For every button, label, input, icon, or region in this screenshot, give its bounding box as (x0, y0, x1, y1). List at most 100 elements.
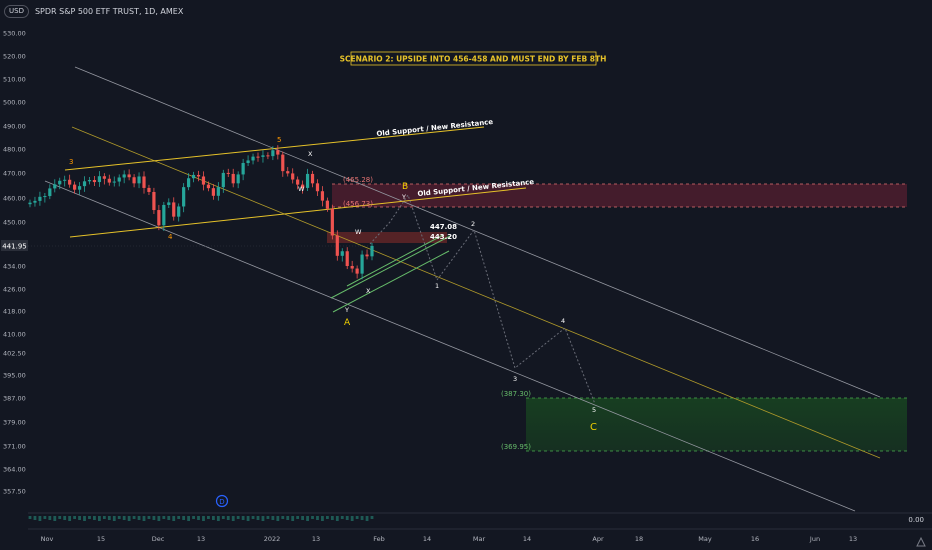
volume-bar (271, 516, 275, 520)
volume-bar (162, 516, 166, 519)
candle-body (330, 208, 334, 236)
candle-body (127, 174, 131, 178)
candlestick-chart[interactable]: 530.00520.00510.00500.00490.00480.00470.… (0, 0, 932, 550)
y-tick-label: 450.00 (3, 219, 26, 227)
candle-body (310, 173, 315, 184)
x-tick-label: 16 (751, 535, 759, 543)
volume-bar (246, 516, 250, 521)
x-tick-label: 13 (197, 535, 205, 543)
y-tick-label: 460.00 (3, 195, 26, 203)
volume-bar (122, 516, 126, 520)
volume-bar (330, 516, 334, 520)
volume-bar (276, 516, 280, 521)
x-tick-label: Dec (152, 535, 165, 543)
volume-bar (281, 516, 285, 519)
wave-label: B (402, 182, 408, 192)
candle-body (33, 200, 37, 203)
candle-body (365, 254, 369, 257)
volume-bar (256, 516, 260, 520)
y-tick-label: 364.00 (3, 466, 26, 474)
y-tick-label: 520.00 (3, 53, 26, 61)
volume-bar (33, 516, 37, 520)
volume-bar (291, 516, 295, 521)
candle-body (201, 176, 206, 185)
candle-body (53, 184, 57, 189)
candle-body (162, 204, 166, 226)
volume-bar (216, 516, 220, 521)
wave-label: C (590, 422, 597, 433)
candle-body (271, 150, 275, 157)
candle-body (112, 181, 116, 183)
volume-bar (187, 516, 191, 521)
currency-badge[interactable]: USD (4, 4, 29, 18)
x-tick-label: May (698, 535, 712, 543)
volume-bar (211, 516, 215, 520)
candle-body (122, 174, 126, 178)
x-tick-label: 13 (312, 535, 320, 543)
x-tick-label: 2022 (264, 535, 281, 543)
y-tick-label: 426.00 (3, 286, 26, 294)
volume-bar (172, 516, 176, 521)
wave-label: X (366, 287, 371, 295)
chart-background (0, 0, 932, 550)
candle-body (261, 155, 265, 157)
candle-body (286, 171, 290, 174)
candle-body (296, 179, 300, 185)
wave-label: Y (401, 193, 406, 201)
volume-bar (321, 516, 324, 521)
candle-body (370, 245, 374, 257)
volume-bar (97, 516, 101, 521)
candle-body (97, 176, 101, 183)
volume-bar (266, 516, 270, 519)
volume-bar (340, 516, 344, 519)
price-axis: 530.00 520.00 510.00 500.00 490.00 480.00 470.… (3, 30, 26, 496)
candle-body (320, 191, 325, 201)
volume-bar (53, 516, 57, 521)
candle-body (251, 156, 255, 161)
volume-bar (296, 516, 300, 519)
y-tick-label: 510.00 (3, 76, 26, 84)
volume-bar (350, 516, 354, 521)
candle-body (172, 202, 176, 217)
volume-bar (142, 516, 146, 521)
candle-body (276, 150, 280, 155)
candle-body (38, 196, 42, 201)
volume-bar (117, 516, 121, 519)
volume-bar (63, 516, 67, 520)
volume-bar (78, 516, 81, 520)
candle-body (92, 180, 97, 183)
volume-bar (197, 516, 200, 520)
candle-body (48, 188, 52, 197)
volume-bar (73, 516, 77, 519)
candle-body (58, 180, 62, 185)
wave-label: A (344, 318, 351, 328)
x-tick-label: 15 (97, 535, 105, 543)
volume-bar (311, 516, 314, 519)
candle-body (216, 187, 220, 196)
wave-label: 4 (168, 233, 173, 241)
candle-body (147, 187, 151, 192)
volume-bar (251, 516, 255, 519)
y-tick-label: 500.00 (3, 99, 26, 107)
wave-label: 3 (69, 158, 73, 166)
y-tick-label: 418.00 (3, 308, 26, 316)
y-tick-label: 402.50 (3, 350, 26, 358)
candle-body (102, 176, 106, 179)
volume-bar (58, 516, 62, 519)
settings-icon[interactable] (916, 537, 926, 547)
volume-bar (316, 516, 319, 520)
volume-bar (167, 516, 171, 520)
candle-body (211, 188, 215, 196)
volume-bar (261, 516, 265, 521)
candle-body (345, 251, 349, 266)
candle-body (77, 186, 82, 190)
candle-body (117, 177, 121, 182)
candle-body (206, 184, 211, 189)
candle-body (266, 155, 270, 157)
volume-bar (306, 516, 309, 521)
x-tick-label: 14 (523, 535, 531, 543)
y-tick-label: 530.00 (3, 30, 26, 38)
volume-bar (236, 516, 240, 519)
x-tick-label: 13 (849, 535, 857, 543)
volume-bar (177, 516, 181, 519)
